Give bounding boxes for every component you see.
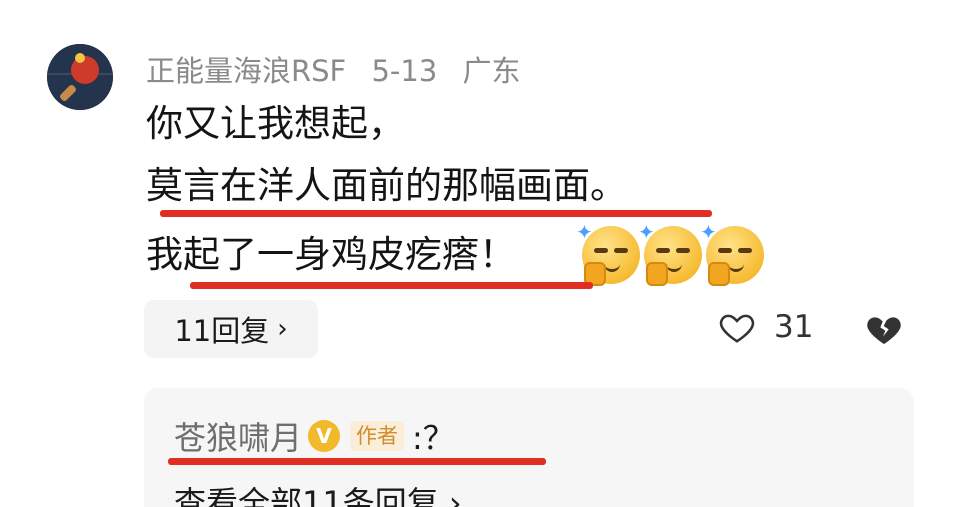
ping-pong-paddle-icon bbox=[47, 44, 113, 110]
author-tag: 作者 bbox=[350, 421, 405, 451]
comment-line-2: 莫言在洋人面前的那幅画面。 bbox=[146, 164, 627, 207]
view-all-label: 查看全部11条回复 bbox=[174, 484, 439, 507]
replies-button[interactable]: 11回复 › bbox=[144, 300, 318, 358]
chevron-right-icon: › bbox=[448, 484, 462, 507]
comment-location: 广东 bbox=[462, 54, 521, 88]
user-avatar[interactable] bbox=[47, 44, 113, 110]
comment-line-3: 我起了一身鸡皮疙瘩！ bbox=[146, 233, 516, 276]
emoji-group: ✦ ✦ ✦ bbox=[576, 220, 764, 286]
reply-text: :？ bbox=[412, 419, 455, 457]
reply-author-name[interactable]: 苍狼啸月 bbox=[174, 413, 302, 459]
like-button[interactable]: 31 bbox=[718, 308, 813, 346]
username[interactable]: 正能量海浪RSF bbox=[146, 54, 346, 88]
like-count: 31 bbox=[774, 309, 814, 345]
heart-outline-icon bbox=[719, 314, 755, 343]
reply-preview-item[interactable]: 苍狼啸月 V 作者 :？ bbox=[174, 413, 455, 459]
chevron-right-icon: › bbox=[277, 314, 288, 344]
smirk-thumb-emoji-icon: ✦ bbox=[700, 220, 764, 286]
verified-badge-icon: V bbox=[308, 420, 341, 452]
red-underline-annotation bbox=[168, 458, 546, 465]
red-underline-annotation bbox=[190, 282, 593, 289]
replies-label: 11回复 bbox=[174, 314, 270, 348]
comment-date: 5-13 bbox=[371, 54, 438, 88]
red-underline-annotation bbox=[160, 210, 712, 217]
comment-page: 正能量海浪RSF 5-13 广东 你又让我想起， 莫言在洋人面前的那幅画面。 我… bbox=[0, 0, 960, 507]
smirk-thumb-emoji-icon: ✦ bbox=[576, 220, 640, 286]
comment-line-1: 你又让我想起， bbox=[146, 102, 405, 145]
broken-heart-icon[interactable] bbox=[864, 309, 904, 349]
view-all-replies-link[interactable]: 查看全部11条回复 › bbox=[174, 478, 462, 507]
comment-meta: 正能量海浪RSF 5-13 广东 bbox=[146, 48, 537, 90]
smirk-thumb-emoji-icon: ✦ bbox=[638, 220, 702, 286]
